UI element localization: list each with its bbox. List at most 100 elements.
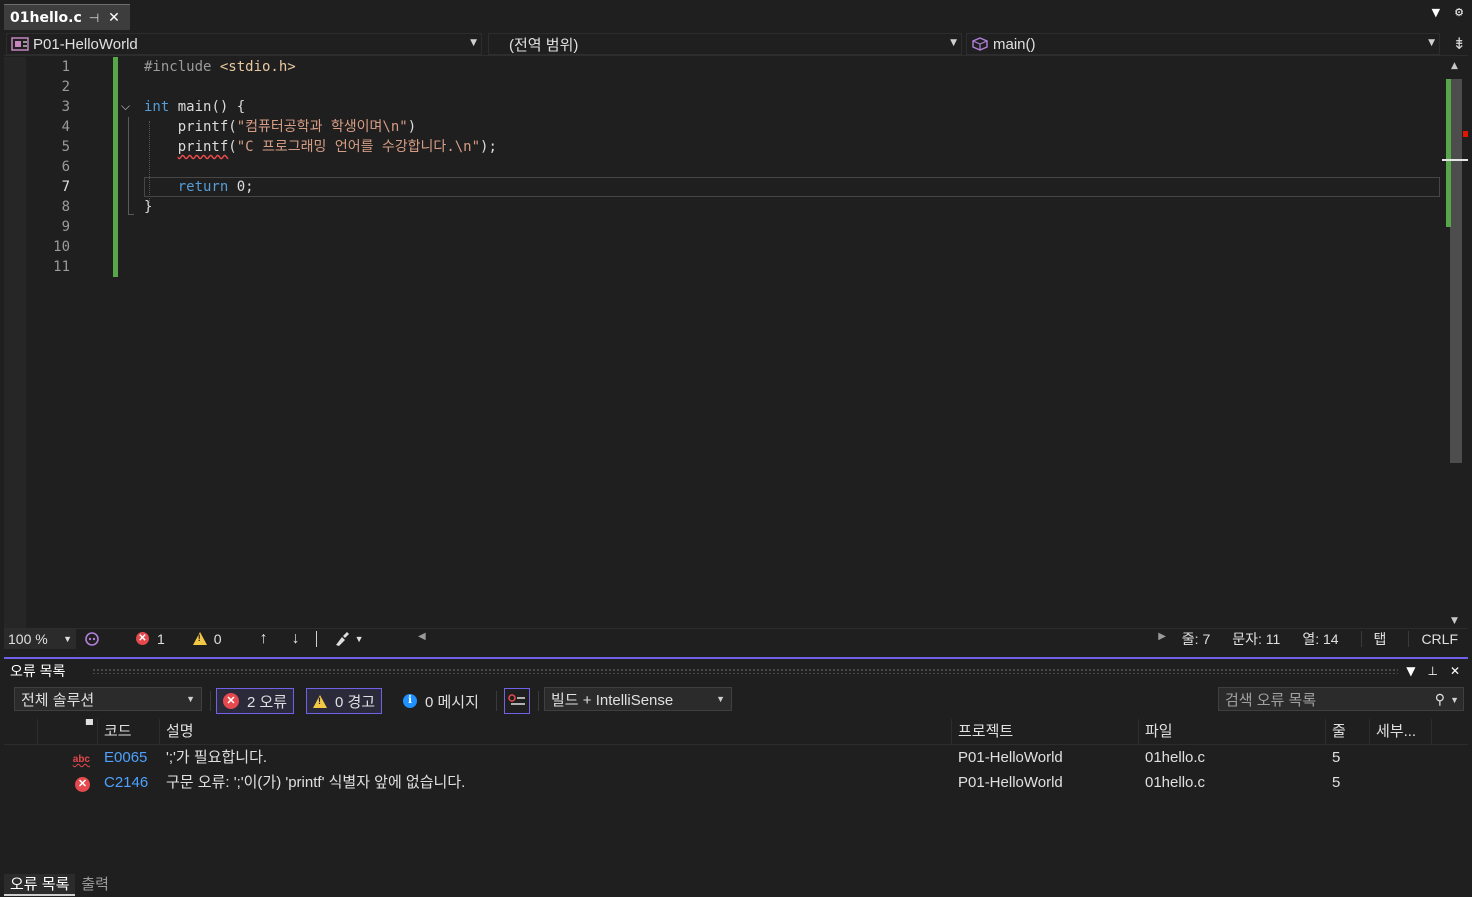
error-row[interactable]: ✕ C2146 구문 오류: ';'이(가) 'printf' 식별자 앞에 없… bbox=[4, 770, 1468, 795]
column-header-detail[interactable]: 세부... bbox=[1370, 719, 1432, 745]
scope-label: (전역 범위) bbox=[509, 36, 579, 54]
outline-guide-end bbox=[128, 214, 134, 215]
search-placeholder: 검색 오류 목록 bbox=[1225, 691, 1317, 709]
scope-dropdown[interactable]: (전역 범위) ▼ bbox=[488, 33, 962, 55]
divider bbox=[1360, 631, 1362, 647]
tab-error-list[interactable]: 오류 목록 bbox=[4, 874, 76, 896]
vertical-scrollbar[interactable]: ▲ ▼ bbox=[1442, 57, 1468, 628]
editor-status-row: 100 % ▼ ✕ 1 0 ↑ ↓ ▼ ◀ ▶ 줄: 7 문자: 11 열: 1… bbox=[4, 628, 1468, 649]
scroll-right-icon[interactable]: ▶ bbox=[1158, 631, 1166, 642]
messages-filter-button[interactable]: i 0 메시지 bbox=[396, 688, 486, 714]
error-list-toolbar: 전체 솔루션 ▼ ✕ 2 오류 0 경고 i 0 메시지 빌드 + Intell… bbox=[4, 687, 1468, 715]
error-description: 구문 오류: ';'이(가) 'printf' 식별자 앞에 없습니다. bbox=[166, 774, 466, 791]
error-squiggle: printf bbox=[177, 139, 229, 155]
scroll-left-icon[interactable]: ◀ bbox=[418, 631, 426, 642]
cursor-position-info: 줄: 7 문자: 11 열: 14 탭 CRLF bbox=[1182, 629, 1468, 649]
column-header-blank[interactable] bbox=[4, 719, 38, 745]
chevron-down-icon: ▼ bbox=[716, 694, 725, 704]
search-error-list-input[interactable]: 검색 오류 목록 ⚲ ▼ bbox=[1218, 687, 1464, 711]
line-number: 11 bbox=[53, 259, 70, 275]
code-line-7-current: return 0; bbox=[144, 177, 1440, 197]
code-cleanup-brush-icon[interactable]: ▼ bbox=[333, 631, 364, 647]
warnings-filter-label: 0 경고 bbox=[335, 693, 376, 711]
error-code-link[interactable]: E0065 bbox=[98, 745, 160, 770]
column-header-description[interactable]: 설명 bbox=[160, 719, 952, 745]
scrollbar-change-marker bbox=[1446, 79, 1451, 227]
project-dropdown[interactable]: P01-HelloWorld ▼ bbox=[6, 33, 482, 55]
member-dropdown[interactable]: main() ▼ bbox=[966, 33, 1440, 55]
error-code-link[interactable]: C2146 bbox=[98, 770, 160, 795]
line-numbers: 1 2 3 4 5 6 7 8 9 10 11 bbox=[26, 57, 70, 277]
glyph-margin[interactable] bbox=[4, 57, 26, 628]
chevron-down-icon: ▼ bbox=[63, 633, 72, 644]
code-line-5: printf("C 프로그래밍 언어를 수강합니다.\n"); bbox=[177, 139, 497, 155]
previous-issue-arrow-icon[interactable]: ↑ bbox=[260, 630, 268, 648]
zoom-dropdown[interactable]: 100 % ▼ bbox=[4, 628, 76, 649]
chevron-down-icon: ▼ bbox=[470, 38, 477, 48]
panel-options-dropdown-icon[interactable]: ▼ bbox=[1406, 664, 1415, 678]
chevron-down-icon: ▼ bbox=[1428, 38, 1435, 48]
method-cube-icon bbox=[972, 37, 988, 51]
indent-mode[interactable]: 탭 bbox=[1374, 629, 1387, 649]
collapse-chevron-icon[interactable]: ⌵ bbox=[121, 99, 130, 114]
column-header-file[interactable]: 파일 bbox=[1139, 719, 1326, 745]
column-header-line[interactable]: 줄 bbox=[1326, 719, 1370, 745]
code-text[interactable]: #include <stdio.h> int main() { printf("… bbox=[144, 57, 1440, 277]
pin-icon[interactable]: ⊥ bbox=[1427, 664, 1437, 678]
outline-guide bbox=[128, 117, 129, 215]
column-header-project[interactable]: 프로젝트 bbox=[952, 719, 1139, 745]
member-label: main() bbox=[993, 35, 1036, 53]
code-editor[interactable]: 1 2 3 4 5 6 7 8 9 10 11 ⌵ #include <stdi… bbox=[4, 57, 1468, 628]
error-count: 1 bbox=[157, 630, 165, 647]
scroll-down-icon[interactable]: ▼ bbox=[1451, 616, 1458, 626]
copilot-icon[interactable] bbox=[84, 631, 100, 647]
project-label: P01-HelloWorld bbox=[33, 35, 138, 53]
warning-count-button[interactable]: 0 bbox=[192, 631, 222, 647]
scope-filter-label: 전체 솔루션 bbox=[21, 691, 95, 709]
column-sort-icon[interactable]: ▀ bbox=[38, 719, 98, 745]
divider bbox=[496, 691, 497, 711]
filter-current-icon[interactable] bbox=[504, 688, 530, 714]
cursor-col[interactable]: 열: 14 bbox=[1302, 629, 1338, 649]
settings-gear-icon[interactable]: ⚙ bbox=[1454, 6, 1464, 19]
split-window-icon[interactable]: ⇟ bbox=[1453, 34, 1466, 53]
close-icon[interactable]: ✕ bbox=[1450, 664, 1460, 678]
cursor-line: 줄: 7 bbox=[1181, 631, 1211, 647]
scope-filter-dropdown[interactable]: 전체 솔루션 ▼ bbox=[14, 687, 202, 711]
horizontal-scrollbar[interactable]: ◀ ▶ bbox=[416, 629, 1168, 649]
tab-output[interactable]: 출력 bbox=[75, 874, 115, 896]
line-number: 3 bbox=[61, 99, 70, 115]
document-tab[interactable]: 01hello.c ⊣ ✕ bbox=[4, 4, 130, 30]
error-project: P01-HelloWorld bbox=[958, 749, 1063, 766]
error-list-panel: 오류 목록 ▼ ⊥ ✕ 전체 솔루션 ▼ ✕ 2 오류 0 경고 i 0 메시지 bbox=[4, 657, 1468, 873]
scrollbar-thumb[interactable] bbox=[1450, 79, 1462, 463]
scroll-up-icon[interactable]: ▲ bbox=[1451, 61, 1458, 71]
messages-filter-label: 0 메시지 bbox=[425, 693, 479, 711]
column-header-code[interactable]: 코드 bbox=[98, 719, 160, 745]
warning-icon bbox=[313, 694, 327, 708]
panel-drag-grip[interactable] bbox=[92, 668, 1399, 674]
tab-list-dropdown-icon[interactable]: ▼ bbox=[1432, 6, 1440, 19]
project-icon bbox=[11, 37, 29, 51]
change-tracking-bar bbox=[113, 57, 118, 277]
chevron-down-icon[interactable]: ▼ bbox=[1450, 695, 1459, 705]
errors-filter-button[interactable]: ✕ 2 오류 bbox=[216, 688, 295, 714]
divider bbox=[1408, 631, 1410, 647]
search-icon[interactable]: ⚲ bbox=[1435, 691, 1445, 708]
close-icon[interactable]: ✕ bbox=[104, 10, 124, 26]
pin-icon[interactable]: ⊣ bbox=[84, 11, 104, 25]
next-issue-arrow-icon[interactable]: ↓ bbox=[292, 630, 300, 648]
line-number: 2 bbox=[61, 79, 70, 95]
warnings-filter-button[interactable]: 0 경고 bbox=[306, 688, 383, 714]
line-number: 10 bbox=[53, 239, 70, 255]
chevron-down-icon: ▼ bbox=[950, 38, 957, 48]
error-row[interactable]: abc E0065 ';'가 필요합니다. P01-HelloWorld 01h… bbox=[4, 745, 1468, 770]
line-number: 9 bbox=[61, 219, 70, 235]
line-number: 5 bbox=[61, 139, 70, 155]
error-count-button[interactable]: ✕ 1 bbox=[136, 631, 165, 647]
line-ending[interactable]: CRLF bbox=[1421, 631, 1458, 647]
source-filter-dropdown[interactable]: 빌드 + IntelliSense ▼ bbox=[544, 687, 732, 711]
document-tab-bar: 01hello.c ⊣ ✕ ▼ ⚙ bbox=[0, 0, 1472, 30]
